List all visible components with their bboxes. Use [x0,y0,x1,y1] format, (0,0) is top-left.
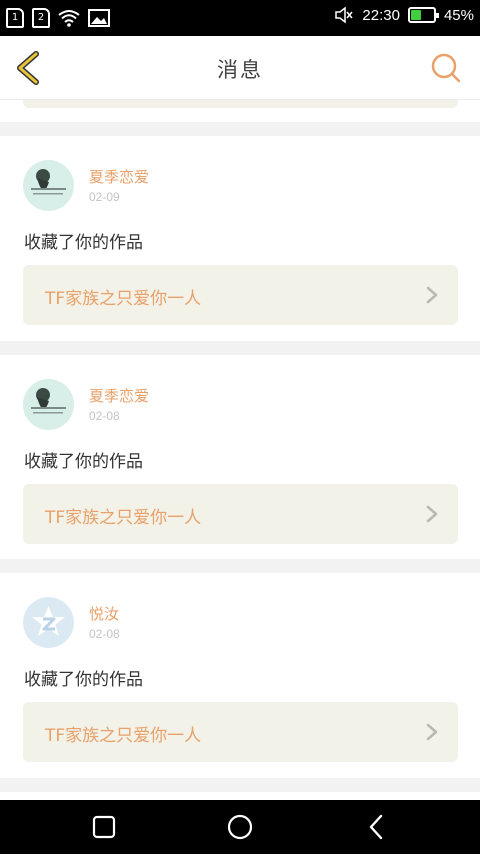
status-right: 22:30 45% [334,6,474,24]
battery-icon [407,7,439,23]
chevron-right-icon [426,286,438,304]
sim2-icon: 2 [32,8,50,28]
sim2-label: 2 [37,12,45,23]
message-card: 夏季恋爱 02-09 收藏了你的作品 TF家族之只爱你一人 [0,136,480,341]
work-title: TF家族之只爱你一人 [45,508,202,528]
page-title: 消息 [217,58,263,82]
partial-work-link[interactable] [23,100,458,108]
message-date: 02-08 [89,409,120,423]
chevron-right-icon [426,723,438,741]
status-left: 1 2 [6,8,110,28]
message-action: 收藏了你的作品 [24,670,143,690]
message-card: 夏季恋爱 02-08 收藏了你的作品 TF家族之只爱你一人 [0,355,480,559]
search-button[interactable] [430,52,462,84]
battery-percent: 45% [443,6,474,24]
message-date: 02-09 [89,190,120,204]
message-action: 收藏了你的作品 [24,233,143,253]
clock: 22:30 [362,6,400,24]
work-link[interactable]: TF家族之只爱你一人 [23,484,458,544]
mute-icon [335,6,353,24]
avatar[interactable] [23,597,74,648]
work-title: TF家族之只爱你一人 [45,289,202,309]
nav-back-button[interactable] [362,812,392,842]
partial-message-card [0,792,480,800]
gallery-notification-icon [88,9,110,27]
message-action: 收藏了你的作品 [24,452,143,472]
message-date: 02-08 [89,627,120,641]
system-nav-bar [0,800,480,854]
chevron-right-icon [426,505,438,523]
work-title: TF家族之只爱你一人 [45,726,202,746]
sim1-label: 1 [11,12,19,23]
app-header: 消息 [0,36,480,100]
recent-apps-button[interactable] [89,812,119,842]
work-link[interactable]: TF家族之只爱你一人 [23,265,458,325]
work-link[interactable]: TF家族之只爱你一人 [23,702,458,762]
avatar[interactable] [23,379,74,430]
status-bar: 1 2 22:30 45% [0,0,480,36]
sim1-icon: 1 [6,8,24,28]
username[interactable]: 夏季恋爱 [89,385,149,406]
username[interactable]: 夏季恋爱 [89,166,149,187]
wifi-icon [58,10,80,27]
home-button[interactable] [225,812,255,842]
battery-level [410,10,421,20]
avatar[interactable] [23,160,74,211]
partial-message-card [0,100,480,122]
message-card: 悦汝 02-08 收藏了你的作品 TF家族之只爱你一人 [0,573,480,778]
username[interactable]: 悦汝 [89,603,119,624]
